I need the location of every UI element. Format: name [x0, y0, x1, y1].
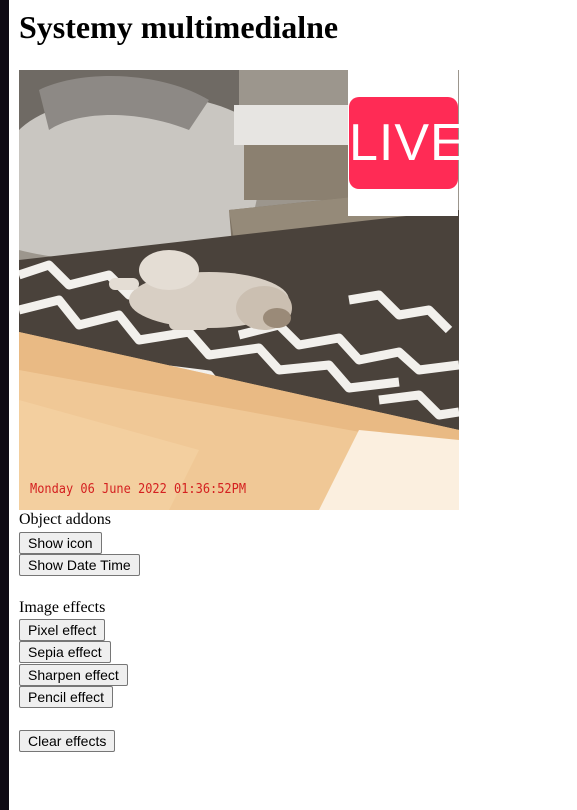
live-badge-label: LIVE	[349, 97, 459, 189]
show-date-time-button[interactable]: Show Date Time	[19, 554, 140, 576]
left-edge-bar	[0, 0, 9, 810]
image-effects-label: Image effects	[19, 599, 106, 616]
clear-effects-button[interactable]: Clear effects	[19, 730, 116, 752]
sepia-effect-button[interactable]: Sepia effect	[19, 641, 111, 663]
show-icon-button[interactable]: Show icon	[19, 532, 102, 554]
webcam-video-feed: LIVE Monday 06 June 2022 01:36:52PM	[19, 70, 459, 510]
video-timestamp: Monday 06 June 2022 01:36:52PM	[30, 482, 247, 497]
sharpen-effect-button[interactable]: Sharpen effect	[19, 664, 128, 686]
page-title: Systemy multimedialne	[19, 9, 339, 45]
live-badge: LIVE	[348, 70, 459, 216]
object-addons-label: Object addons	[19, 511, 111, 528]
pencil-effect-button[interactable]: Pencil effect	[19, 686, 114, 708]
pixel-effect-button[interactable]: Pixel effect	[19, 619, 106, 641]
